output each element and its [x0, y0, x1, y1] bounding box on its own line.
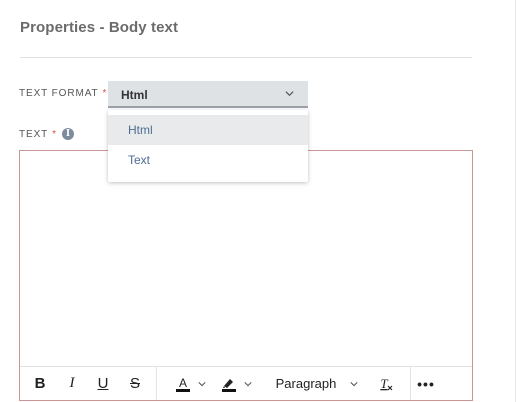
clear-format-glyph: T [380, 376, 388, 391]
font-color-button[interactable]: A [170, 367, 210, 400]
highlight-color-button[interactable] [216, 367, 256, 400]
chevron-down-icon [198, 381, 206, 386]
rich-text-editor: B I U S A Paragraph T ••• [19, 150, 473, 401]
chevron-down-icon [244, 381, 252, 386]
text-field-label: TEXT * i [19, 128, 74, 140]
toolbar-separator [410, 367, 411, 400]
required-marker: * [52, 128, 57, 140]
more-options-button[interactable]: ••• [417, 367, 434, 400]
strikethrough-button[interactable]: S [127, 367, 143, 400]
toolbar-separator [156, 367, 157, 400]
chevron-down-icon [350, 381, 358, 386]
text-format-label-text: TEXT FORMAT [19, 88, 99, 99]
clear-formatting-button[interactable]: T [376, 367, 396, 400]
text-format-label: TEXT FORMAT * [19, 88, 107, 99]
dropdown-option-text[interactable]: Text [108, 145, 308, 175]
font-color-icon: A [176, 376, 190, 392]
properties-panel: Properties - Body text TEXT FORMAT * Html… [0, 0, 518, 402]
underline-button[interactable]: U [95, 367, 111, 400]
editor-content-area[interactable] [20, 151, 472, 367]
chevron-down-icon [285, 91, 294, 97]
dropdown-option-html[interactable]: Html [108, 115, 308, 145]
panel-title: Properties - Body text [20, 19, 179, 36]
italic-button[interactable]: I [64, 367, 80, 400]
highlighter-icon [222, 378, 236, 392]
title-divider [20, 57, 472, 58]
font-color-glyph: A [179, 376, 187, 390]
clear-format-icon: T [380, 376, 393, 391]
text-format-selected-value: Html [121, 88, 148, 102]
required-marker: * [102, 88, 108, 99]
text-format-select[interactable]: Html [108, 81, 308, 108]
text-field-label-text: TEXT [19, 128, 49, 140]
info-icon[interactable]: i [61, 128, 74, 140]
scrollbar-track[interactable] [515, 0, 516, 402]
editor-toolbar: B I U S A Paragraph T ••• [20, 366, 472, 400]
paragraph-format-label: Paragraph [275, 376, 337, 391]
text-format-dropdown: Html Text [108, 110, 308, 182]
paragraph-format-select[interactable]: Paragraph [272, 367, 362, 400]
bold-button[interactable]: B [32, 367, 48, 400]
